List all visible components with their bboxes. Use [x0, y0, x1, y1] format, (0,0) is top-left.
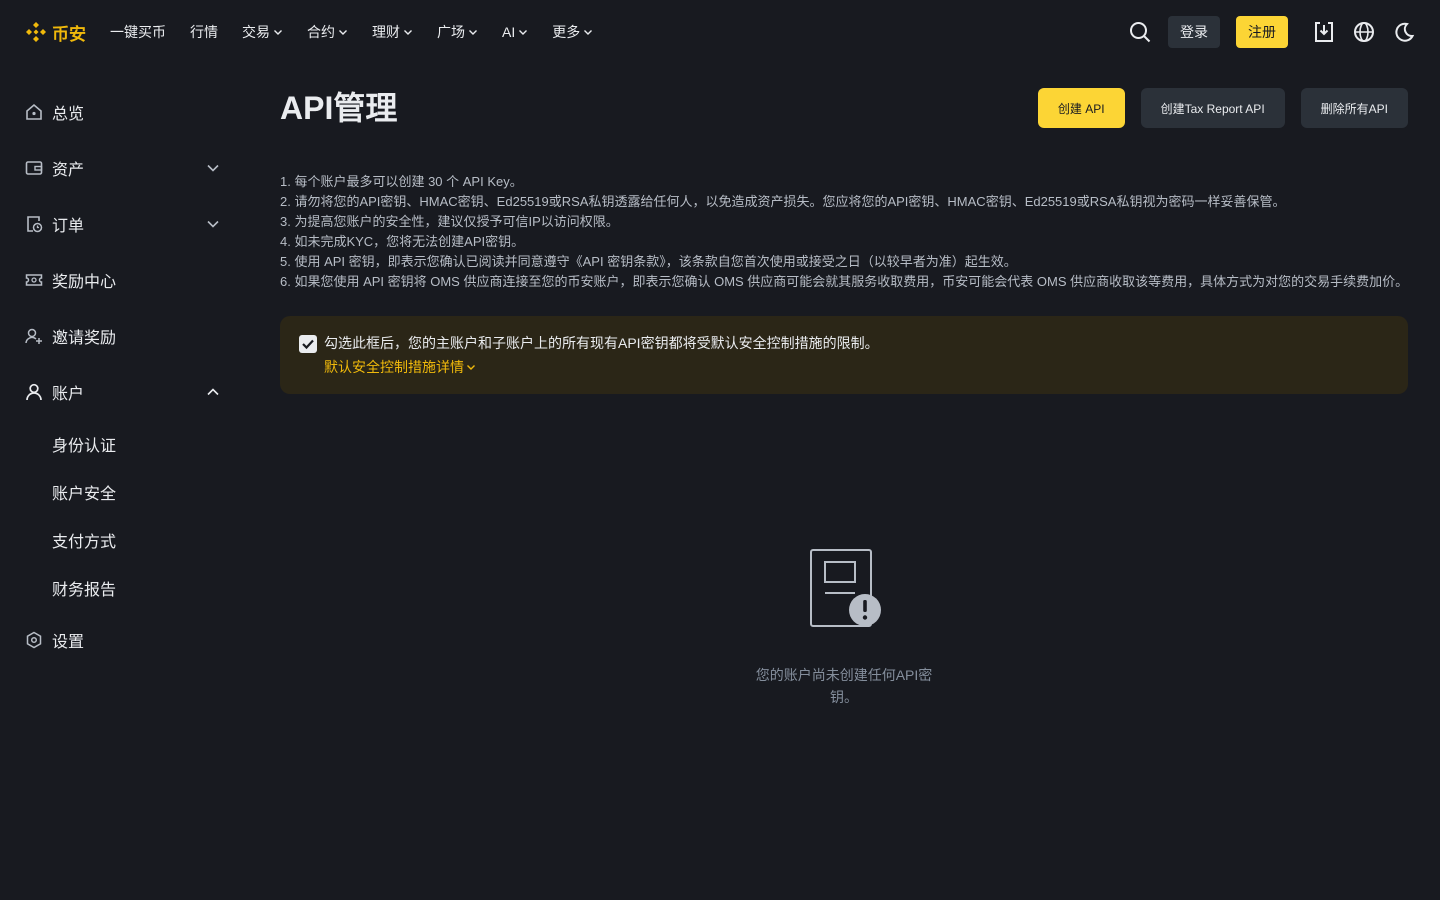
sidebar-item-rewards[interactable]: 奖励中心 — [0, 252, 240, 308]
nav-label: 合约 — [307, 24, 335, 40]
sidebar-item-label: 订单 — [52, 218, 85, 235]
nav-buy-crypto[interactable]: 一键买币 — [110, 22, 166, 42]
search-icon — [1130, 22, 1151, 43]
globe-icon — [1354, 22, 1374, 42]
sidebar-item-label: 总览 — [52, 106, 85, 123]
brand-logo[interactable]: 币安 — [24, 20, 86, 45]
details-link-label: 默认安全控制措施详情 — [324, 359, 464, 375]
sidebar-subitem-statements[interactable]: 财务报告 — [0, 564, 240, 612]
empty-state-message: 您的账户尚未创建任何API密钥。 — [755, 667, 933, 705]
download-button[interactable] — [1312, 20, 1336, 44]
sidebar-item-orders[interactable]: 订单 — [0, 196, 240, 252]
sidebar-item-settings[interactable]: 设置 — [0, 612, 240, 668]
sidebar-item-referral[interactable]: 邀请奖励 — [0, 308, 240, 364]
search-button[interactable] — [1128, 20, 1152, 44]
chevron-down-icon — [274, 30, 282, 35]
note-item: 3. 为提高您账户的安全性，建议仅授予可信IP以访问权限。 — [280, 214, 619, 229]
nav-earn[interactable]: 理财 — [372, 22, 413, 42]
nav-label: 一键买币 — [110, 24, 166, 40]
sidebar-subitem-payment[interactable]: 支付方式 — [0, 516, 240, 564]
sidebar-item-account[interactable]: 账户 — [0, 364, 240, 420]
language-button[interactable] — [1352, 20, 1376, 44]
user-icon — [24, 382, 44, 402]
chevron-down-icon — [469, 30, 477, 35]
checkmark-icon — [302, 339, 314, 350]
nav-trade[interactable]: 交易 — [242, 22, 283, 42]
chevron-down-icon — [519, 30, 528, 35]
sidebar-subitem-identification[interactable]: 身份认证 — [0, 420, 240, 468]
brand-name: 币安 — [52, 24, 86, 44]
note-item: 5. 使用 API 密钥，即表示您确认已阅读并同意遵守《API 密钥条款》，该条… — [280, 254, 1017, 269]
gear-icon — [24, 630, 44, 650]
chevron-down-icon[interactable] — [206, 217, 220, 231]
api-notes: 1. 每个账户最多可以创建 30 个 API Key。 2. 请勿将您的API密… — [280, 172, 1420, 292]
chevron-up-icon[interactable] — [206, 385, 220, 399]
order-icon — [24, 214, 44, 234]
chevron-down-icon — [404, 30, 412, 35]
note-item: 4. 如未完成KYC，您将无法创建API密钥。 — [280, 234, 525, 249]
create-tax-report-api-button[interactable]: 创建Tax Report API — [1140, 88, 1285, 128]
main-content: API管理 创建 API 创建Tax Report API 删除所有API 1.… — [280, 84, 1420, 394]
chevron-down-icon — [339, 30, 347, 35]
title-row: API管理 创建 API 创建Tax Report API 删除所有API — [280, 84, 1420, 132]
nav-ai[interactable]: AI — [502, 24, 528, 40]
sidebar-item-label: 资产 — [52, 162, 85, 179]
main-nav: 一键买币 行情 交易 合约 理财 广场 AI 更多 — [110, 22, 593, 42]
register-button[interactable]: 注册 — [1236, 16, 1288, 48]
header-actions: 登录 注册 — [1128, 16, 1416, 48]
empty-state: 您的账户尚未创建任何API密钥。 — [280, 548, 1408, 708]
empty-document-icon — [810, 549, 881, 627]
sidebar-item-label: 邀请奖励 — [52, 330, 117, 347]
security-control-checkbox[interactable] — [299, 335, 317, 353]
api-actions: 创建 API 创建Tax Report API 删除所有API — [1037, 88, 1408, 128]
chevron-down-icon[interactable] — [206, 161, 220, 175]
sidebar-item-dashboard[interactable]: 总览 — [0, 84, 240, 140]
nav-label: 交易 — [242, 24, 270, 40]
user-add-icon — [24, 326, 44, 346]
note-item: 6. 如果您使用 API 密钥将 OMS 供应商连接至您的币安账户，即表示您确认… — [280, 274, 1409, 289]
nav-futures[interactable]: 合约 — [307, 22, 348, 42]
theme-toggle[interactable] — [1392, 20, 1416, 44]
sidebar-item-assets[interactable]: 资产 — [0, 140, 240, 196]
download-icon — [1315, 22, 1333, 42]
home-icon — [24, 102, 44, 122]
security-control-notice: 勾选此框后，您的主账户和子账户上的所有现有API密钥都将受默认安全控制措施的限制… — [280, 316, 1408, 394]
chevron-down-icon — [467, 365, 475, 370]
nav-square[interactable]: 广场 — [437, 22, 478, 42]
nav-markets[interactable]: 行情 — [190, 22, 218, 42]
login-button[interactable]: 登录 — [1168, 16, 1220, 48]
chevron-down-icon — [584, 30, 593, 35]
moon-icon — [1395, 22, 1415, 42]
create-api-button[interactable]: 创建 API — [1037, 88, 1125, 128]
sidebar-item-label: 账户 — [52, 386, 85, 403]
nav-more[interactable]: 更多 — [552, 22, 593, 42]
top-navbar: 币安 一键买币 行情 交易 合约 理财 广场 AI 更多 登录 注册 — [0, 0, 1440, 64]
wallet-icon — [24, 158, 44, 178]
nav-label: 广场 — [437, 24, 465, 40]
nav-label: 理财 — [372, 24, 400, 40]
ticket-icon — [24, 270, 44, 290]
nav-label: 更多 — [552, 24, 581, 40]
delete-all-api-button[interactable]: 删除所有API — [1300, 88, 1408, 128]
security-control-details-link[interactable]: 默认安全控制措施详情 — [324, 357, 476, 377]
nav-label: AI — [502, 24, 516, 40]
nav-label: 行情 — [190, 24, 218, 40]
sidebar: 总览 资产 订单 奖励中心 邀请奖励 账户 身份认证 账户安全 支付方式 财务报… — [0, 84, 240, 668]
security-control-text: 勾选此框后，您的主账户和子账户上的所有现有API密钥都将受默认安全控制措施的限制… — [324, 335, 879, 351]
note-item: 1. 每个账户最多可以创建 30 个 API Key。 — [280, 174, 523, 189]
note-item: 2. 请勿将您的API密钥、HMAC密钥、Ed25519或RSA私钥透露给任何人… — [280, 194, 1286, 209]
sidebar-item-label: 奖励中心 — [52, 274, 117, 291]
binance-logo-icon — [26, 22, 46, 42]
sidebar-item-label: 设置 — [52, 634, 85, 651]
sidebar-subitem-security[interactable]: 账户安全 — [0, 468, 240, 516]
